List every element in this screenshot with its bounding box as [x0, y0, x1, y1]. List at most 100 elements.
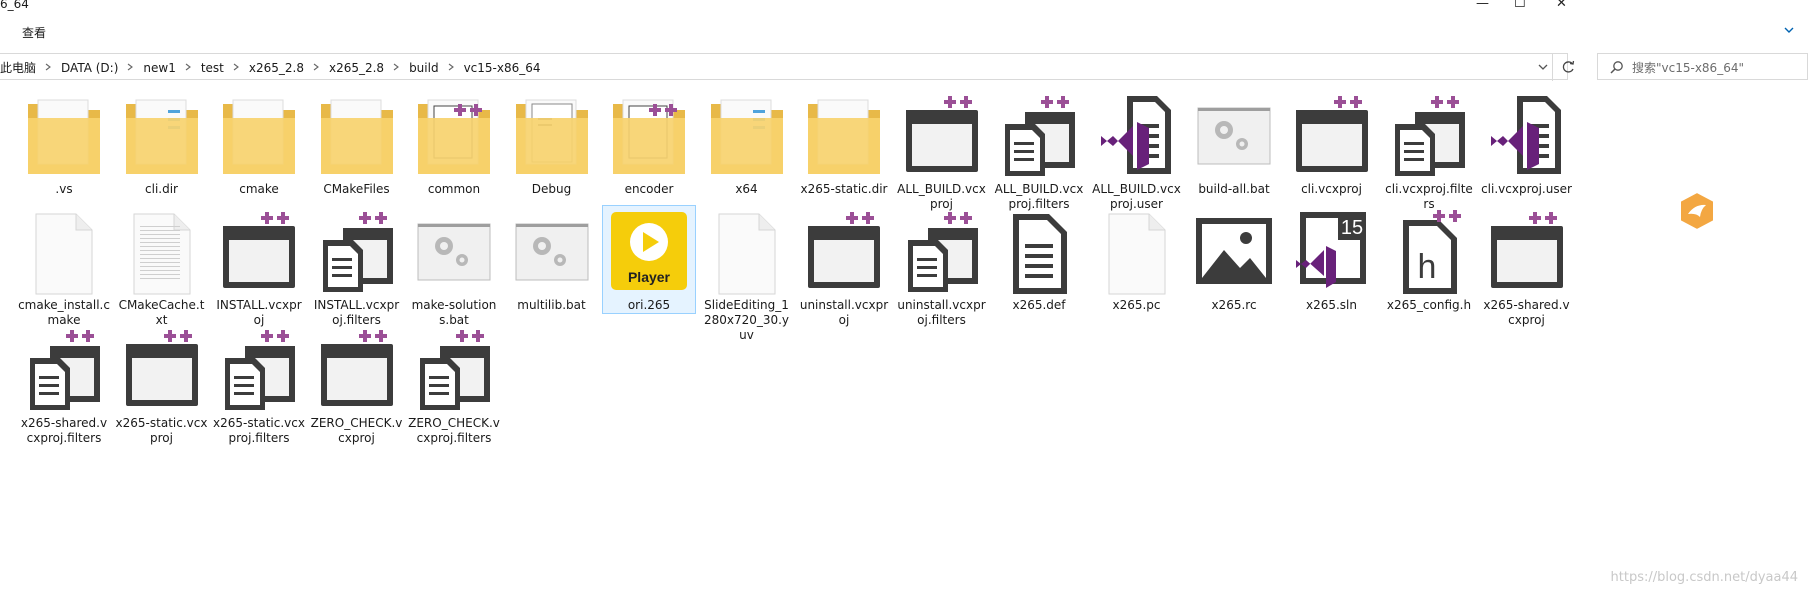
breadcrumb-item[interactable]: vc15-x86_64	[464, 61, 541, 75]
file-item[interactable]: cli.dir	[116, 90, 208, 197]
file-name: ZERO_CHECK.vcxproj	[310, 416, 403, 445]
file-name: x265.def	[1012, 298, 1066, 312]
chevron-right-icon[interactable]	[126, 63, 134, 71]
file-item[interactable]: INSTALL.vcxproj.filters	[311, 206, 403, 328]
file-item[interactable]: encoder	[603, 90, 695, 197]
close-button[interactable]: ✕	[1556, 0, 1567, 11]
breadcrumb-item[interactable]: test	[201, 61, 224, 75]
tab-view[interactable]: 查看	[22, 24, 46, 41]
chevron-down-icon[interactable]	[1784, 24, 1794, 38]
breadcrumb-item[interactable]: new1	[143, 61, 175, 75]
maximize-button[interactable]: ☐	[1514, 0, 1526, 11]
refresh-button[interactable]	[1552, 54, 1583, 81]
file-item[interactable]: common	[408, 90, 500, 197]
file-item[interactable]: x265.rc	[1188, 206, 1280, 313]
file-item[interactable]: ALL_BUILD.vcxproj.filters	[993, 90, 1085, 212]
sln-icon: 15	[1292, 206, 1372, 296]
file-name: x265.rc	[1211, 298, 1257, 312]
file-item[interactable]: Player ori.265	[602, 205, 696, 314]
file-name: x265-shared.vcxproj	[1483, 298, 1570, 327]
file-item[interactable]: ZERO_CHECK.vcxproj.filters	[408, 324, 500, 446]
vcxproj-icon	[122, 324, 202, 414]
file-name: x265.sln	[1305, 298, 1357, 312]
file-item[interactable]: 15 x265.sln	[1286, 206, 1378, 313]
refresh-icon	[1562, 60, 1575, 73]
chevron-right-icon[interactable]	[447, 63, 455, 71]
file-name: x265-static.dir	[800, 182, 888, 196]
file-item[interactable]: .vs	[18, 90, 110, 197]
breadcrumb-item[interactable]: 此电脑	[0, 59, 36, 76]
window-title: 6_64	[0, 0, 29, 11]
file-name: cmake	[239, 182, 279, 196]
file-item[interactable]: build-all.bat	[1188, 90, 1280, 197]
file-item[interactable]: ALL_BUILD.vcxproj.user	[1091, 90, 1183, 212]
file-item[interactable]: x265.pc	[1091, 206, 1183, 313]
sln-version-label: 15	[1340, 217, 1362, 239]
file-item[interactable]: h x265_config.h	[1383, 206, 1475, 313]
text-file-icon	[122, 206, 202, 296]
file-item[interactable]: cli.vcxproj.filters	[1383, 90, 1475, 212]
file-name: x265-static.vcxproj.filters	[213, 416, 305, 445]
chevron-right-icon[interactable]	[312, 63, 320, 71]
breadcrumb-item[interactable]: x265_2.8	[249, 61, 304, 75]
file-item[interactable]: x265-static.vcxproj	[116, 324, 208, 446]
file-item[interactable]: x265-static.vcxproj.filters	[213, 324, 305, 446]
file-item[interactable]: uninstall.vcxproj.filters	[896, 206, 988, 328]
bat-icon	[1194, 90, 1274, 180]
file-name: build-all.bat	[1198, 182, 1270, 196]
image-icon	[1194, 206, 1274, 296]
file-item[interactable]: CMakeCache.txt	[116, 206, 208, 328]
bird-app-icon[interactable]	[1676, 190, 1718, 232]
file-name: cli.dir	[145, 182, 178, 196]
vs-user-icon	[1097, 90, 1177, 180]
file-item[interactable]: ZERO_CHECK.vcxproj	[311, 324, 403, 446]
file-name: CMakeFiles	[323, 182, 390, 196]
file-item[interactable]: ALL_BUILD.vcxproj	[896, 90, 988, 212]
file-item[interactable]: x265.def	[993, 206, 1085, 313]
file-item[interactable]: SlideEditing_1280x720_30.yuv	[701, 206, 793, 343]
file-item[interactable]: x265-shared.vcxproj	[1481, 206, 1573, 328]
file-name: .vs	[55, 182, 73, 196]
blank-file-icon	[1097, 206, 1177, 296]
chevron-right-icon[interactable]	[44, 63, 52, 71]
filters-icon	[317, 206, 397, 296]
file-item[interactable]: cli.vcxproj	[1286, 90, 1378, 197]
file-item[interactable]: x265-static.dir	[798, 90, 890, 197]
filters-icon	[414, 324, 494, 414]
filters-icon	[219, 324, 299, 414]
chevron-right-icon[interactable]	[392, 63, 400, 71]
chevron-right-icon[interactable]	[232, 63, 240, 71]
file-item[interactable]: x64	[701, 90, 793, 197]
address-bar[interactable]: 此电脑 DATA (D:) new1 test x265_2.8 x265_2.8 buil…	[0, 53, 1575, 81]
minimize-button[interactable]: —	[1476, 0, 1489, 11]
player-icon: Player	[609, 206, 689, 296]
filters-icon	[24, 324, 104, 414]
file-item[interactable]: cmake	[213, 90, 305, 197]
player-label: Player	[628, 269, 671, 285]
folder-icon	[804, 90, 884, 180]
file-item[interactable]: x265-shared.vcxproj.filters	[18, 324, 110, 446]
file-item[interactable]: uninstall.vcxproj	[798, 206, 890, 328]
breadcrumb-item[interactable]: build	[409, 61, 439, 75]
file-name: multilib.bat	[517, 298, 586, 312]
folder-icon	[414, 90, 494, 180]
title-bar: 6_64 — ☐ ✕	[0, 0, 1808, 12]
file-item[interactable]: multilib.bat	[506, 206, 598, 313]
file-item[interactable]: cli.vcxproj.user	[1481, 90, 1573, 197]
file-item[interactable]: Debug	[506, 90, 598, 197]
file-item[interactable]: make-solutions.bat	[408, 206, 500, 328]
breadcrumb-item[interactable]: x265_2.8	[329, 61, 384, 75]
file-name: x265-static.vcxproj	[115, 416, 208, 445]
chevron-right-icon[interactable]	[184, 63, 192, 71]
address-dropdown-icon[interactable]	[1535, 59, 1551, 75]
file-item[interactable]: cmake_install.cmake	[18, 206, 110, 328]
search-input[interactable]: 搜索"vc15-x86_64"	[1597, 53, 1808, 80]
filters-icon	[1389, 90, 1469, 180]
folder-icon	[317, 90, 397, 180]
file-name: uninstall.vcxproj.filters	[897, 298, 986, 327]
file-name: cli.vcxproj.user	[1481, 182, 1572, 196]
file-item[interactable]: CMakeFiles	[311, 90, 403, 197]
file-item[interactable]: INSTALL.vcxproj	[213, 206, 305, 328]
breadcrumb-item[interactable]: DATA (D:)	[61, 61, 118, 75]
file-name: x265_config.h	[1386, 298, 1472, 312]
